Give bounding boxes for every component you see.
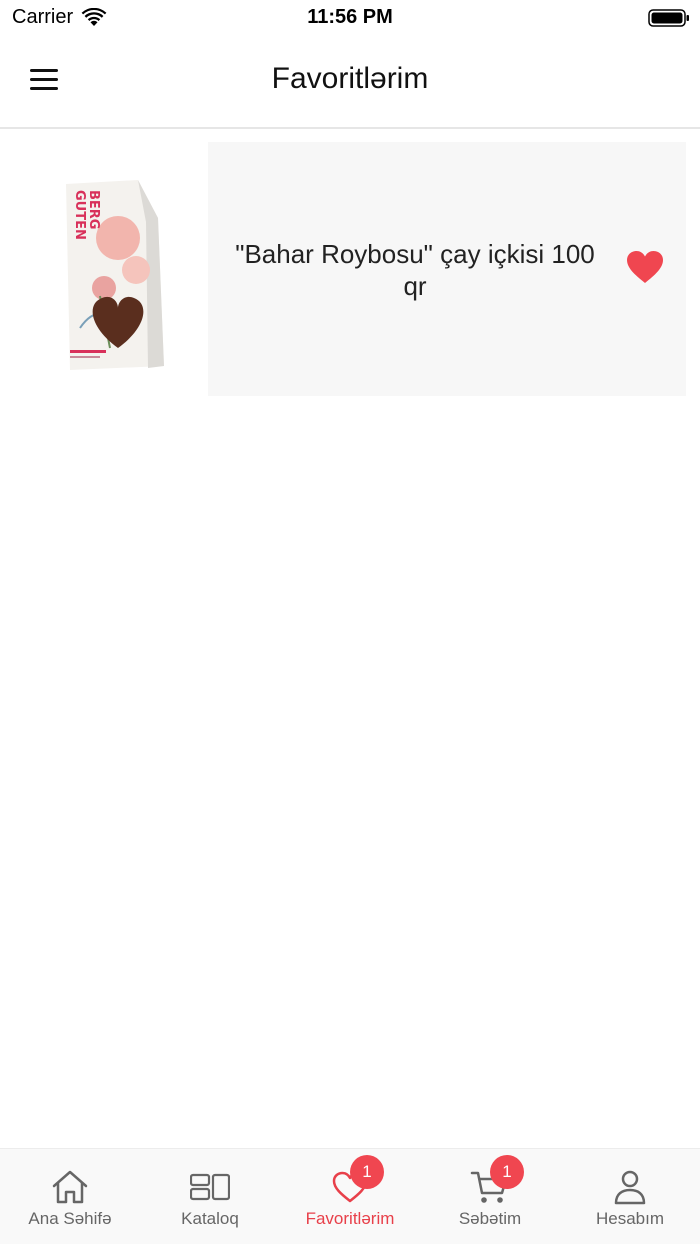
cart-badge: 1: [490, 1155, 524, 1189]
tab-catalog[interactable]: Kataloq: [140, 1149, 280, 1244]
status-time: 11:56 PM: [307, 6, 393, 28]
svg-text:BERG: BERG: [86, 190, 101, 229]
tab-catalog-label: Kataloq: [181, 1209, 239, 1228]
product-card[interactable]: "Bahar Roybosu" çay içkisi 100 qr: [208, 142, 686, 396]
page-title: Favoritlərim: [271, 62, 429, 95]
home-icon: [52, 1170, 88, 1204]
favorites-badge: 1: [350, 1155, 384, 1189]
tab-home-label: Ana Səhifə: [28, 1209, 112, 1228]
user-icon: [614, 1170, 646, 1205]
status-bar: Carrier 11:56 PM: [0, 0, 700, 36]
heart-filled-icon[interactable]: [626, 250, 664, 284]
tab-favorites-label: Favoritlərim: [305, 1209, 395, 1228]
bottom-tab-bar: Ana Səhifə Kataloq 1 Favoritlərim 1 Səbə…: [0, 1148, 700, 1244]
svg-text:GUTEN: GUTEN: [72, 190, 87, 240]
app-header: Favoritlərim: [0, 36, 700, 129]
product-name[interactable]: "Bahar Roybosu" çay içkisi 100 qr: [228, 238, 602, 302]
tab-account-label: Hesabım: [595, 1209, 665, 1228]
tab-favorites[interactable]: 1 Favoritlərim: [280, 1149, 420, 1244]
tab-home[interactable]: Ana Səhifə: [0, 1149, 140, 1244]
battery-icon: [648, 9, 689, 27]
tab-cart-label: Səbətim: [458, 1209, 522, 1228]
tea-package-image[interactable]: GUTEN BERG: [60, 178, 170, 374]
favorite-item[interactable]: GUTEN BERG "Bahar Roybosu" çay içkisi 10…: [14, 142, 686, 396]
catalog-icon: [190, 1173, 230, 1201]
tab-account[interactable]: Hesabım: [560, 1149, 700, 1244]
tab-cart[interactable]: 1 Səbətim: [420, 1149, 560, 1244]
